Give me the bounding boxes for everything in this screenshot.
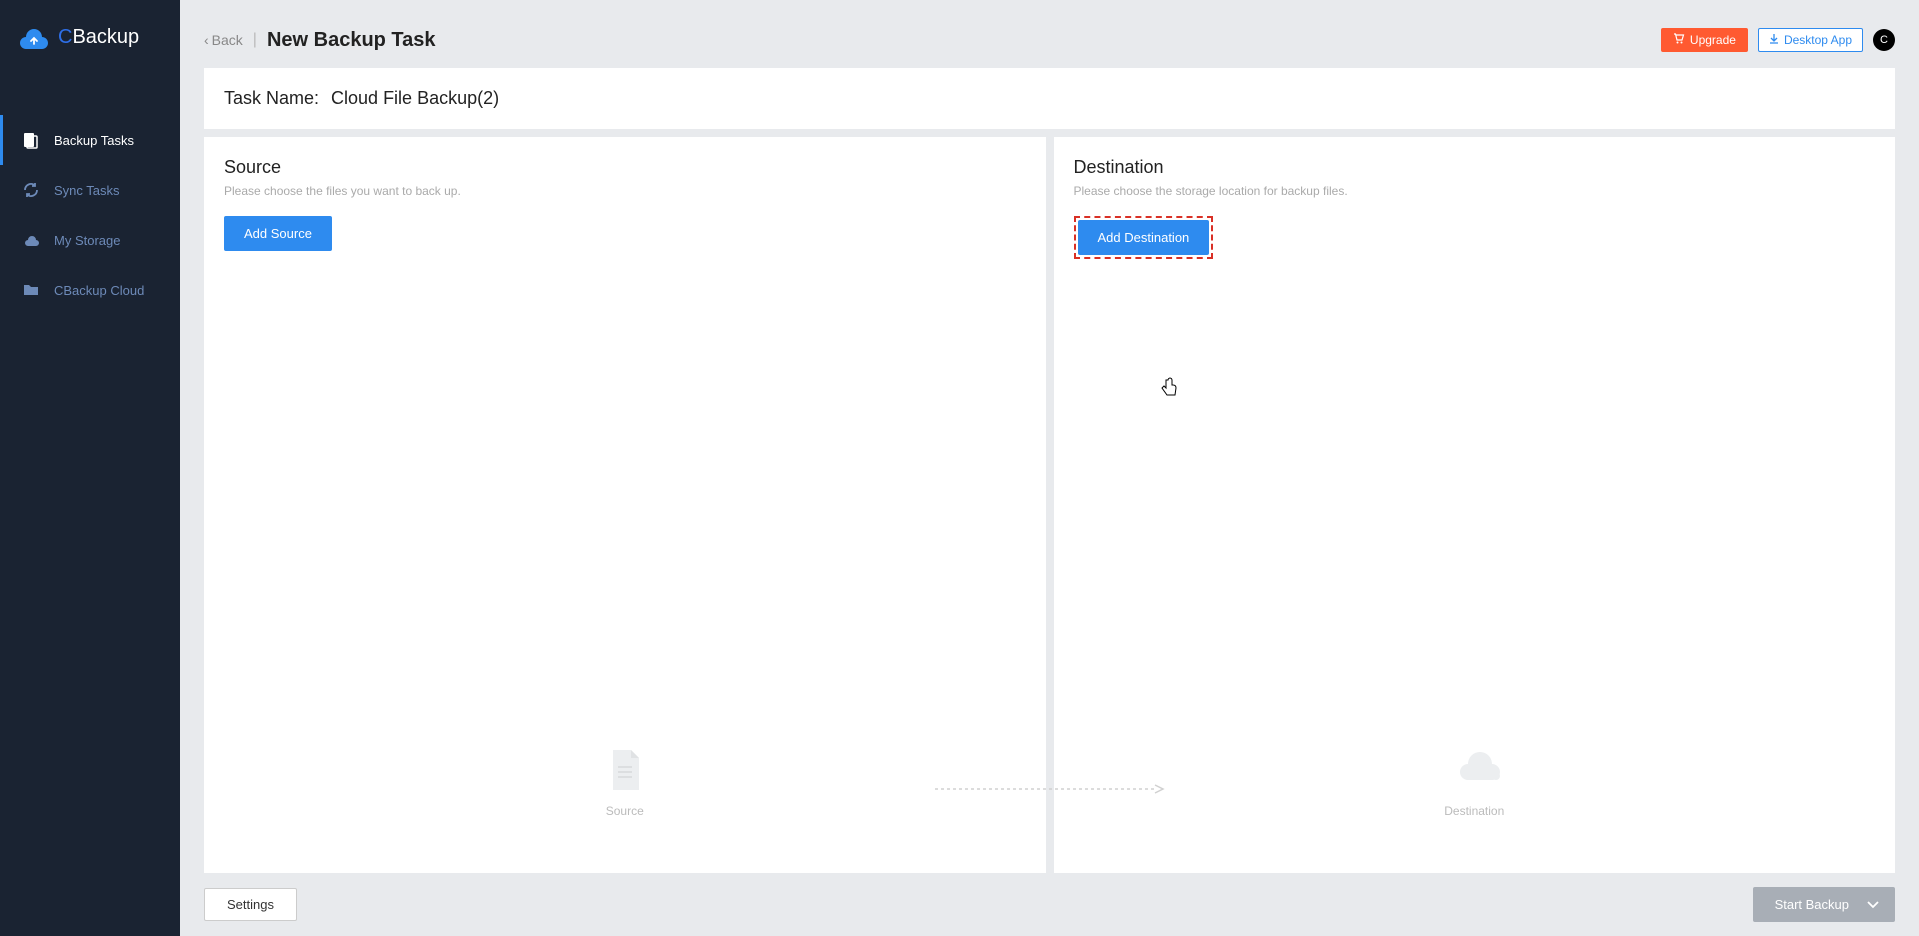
add-destination-button[interactable]: Add Destination <box>1078 220 1210 255</box>
main: ‹ Back | New Backup Task Upgrade D <box>180 0 1919 936</box>
divider: | <box>253 31 257 49</box>
settings-button[interactable]: Settings <box>204 888 297 921</box>
chevron-left-icon: ‹ <box>204 32 209 48</box>
source-placeholder-text: Source <box>605 804 645 818</box>
chevron-down-icon <box>1867 898 1879 912</box>
file-icon <box>605 748 645 792</box>
sidebar-item-backup-tasks[interactable]: Backup Tasks <box>0 115 180 165</box>
upgrade-button[interactable]: Upgrade <box>1661 28 1748 52</box>
cloud-logo-icon <box>20 27 48 49</box>
panels: Source Please choose the files you want … <box>204 137 1895 873</box>
sidebar-item-label: My Storage <box>54 233 120 248</box>
source-placeholder: Source <box>605 748 645 818</box>
page-title: New Backup Task <box>267 29 436 52</box>
sidebar-item-cbackup-cloud[interactable]: CBackup Cloud <box>0 265 180 315</box>
logo-text: CBackup <box>58 26 139 49</box>
logo[interactable]: CBackup <box>0 0 180 75</box>
desktop-app-button[interactable]: Desktop App <box>1758 28 1863 52</box>
avatar-text: C <box>1880 34 1888 46</box>
cart-icon <box>1673 33 1685 47</box>
sidebar-item-sync-tasks[interactable]: Sync Tasks <box>0 165 180 215</box>
source-title: Source <box>224 157 1026 178</box>
source-hint: Please choose the files you want to back… <box>224 184 1026 198</box>
content: Task Name: Cloud File Backup(2) Source P… <box>180 68 1919 873</box>
destination-hint: Please choose the storage location for b… <box>1074 184 1876 198</box>
task-name-label: Task Name: <box>224 88 319 109</box>
sidebar-item-label: CBackup Cloud <box>54 283 144 298</box>
upgrade-label: Upgrade <box>1690 33 1736 47</box>
task-name-value[interactable]: Cloud File Backup(2) <box>331 88 499 109</box>
desktop-label: Desktop App <box>1784 33 1852 47</box>
destination-placeholder-text: Destination <box>1444 804 1504 818</box>
sidebar-item-my-storage[interactable]: My Storage <box>0 215 180 265</box>
cloud-icon <box>22 231 40 249</box>
sync-icon <box>22 181 40 199</box>
add-source-button[interactable]: Add Source <box>224 216 332 251</box>
backup-icon <box>22 131 40 149</box>
destination-title: Destination <box>1074 157 1876 178</box>
footer: Settings Start Backup <box>180 873 1919 936</box>
cursor-icon <box>1160 377 1178 397</box>
avatar[interactable]: C <box>1873 29 1895 51</box>
highlight-box: Add Destination <box>1074 216 1214 259</box>
header: ‹ Back | New Backup Task Upgrade D <box>180 0 1919 68</box>
folder-icon <box>22 281 40 299</box>
sidebar: CBackup Backup Tasks Sync Tasks My Stora… <box>0 0 180 936</box>
sidebar-item-label: Sync Tasks <box>54 183 120 198</box>
source-panel: Source Please choose the files you want … <box>204 137 1046 873</box>
nav: Backup Tasks Sync Tasks My Storage CBack… <box>0 115 180 315</box>
destination-panel: Destination Please choose the storage lo… <box>1054 137 1896 873</box>
download-icon <box>1769 33 1779 47</box>
start-label: Start Backup <box>1775 897 1849 912</box>
cloud-placeholder-icon <box>1454 748 1494 792</box>
back-link[interactable]: ‹ Back <box>204 32 243 48</box>
back-text: Back <box>212 32 243 48</box>
sidebar-item-label: Backup Tasks <box>54 133 134 148</box>
destination-placeholder: Destination <box>1444 748 1504 818</box>
task-name-bar: Task Name: Cloud File Backup(2) <box>204 68 1895 129</box>
start-backup-button[interactable]: Start Backup <box>1753 887 1895 922</box>
